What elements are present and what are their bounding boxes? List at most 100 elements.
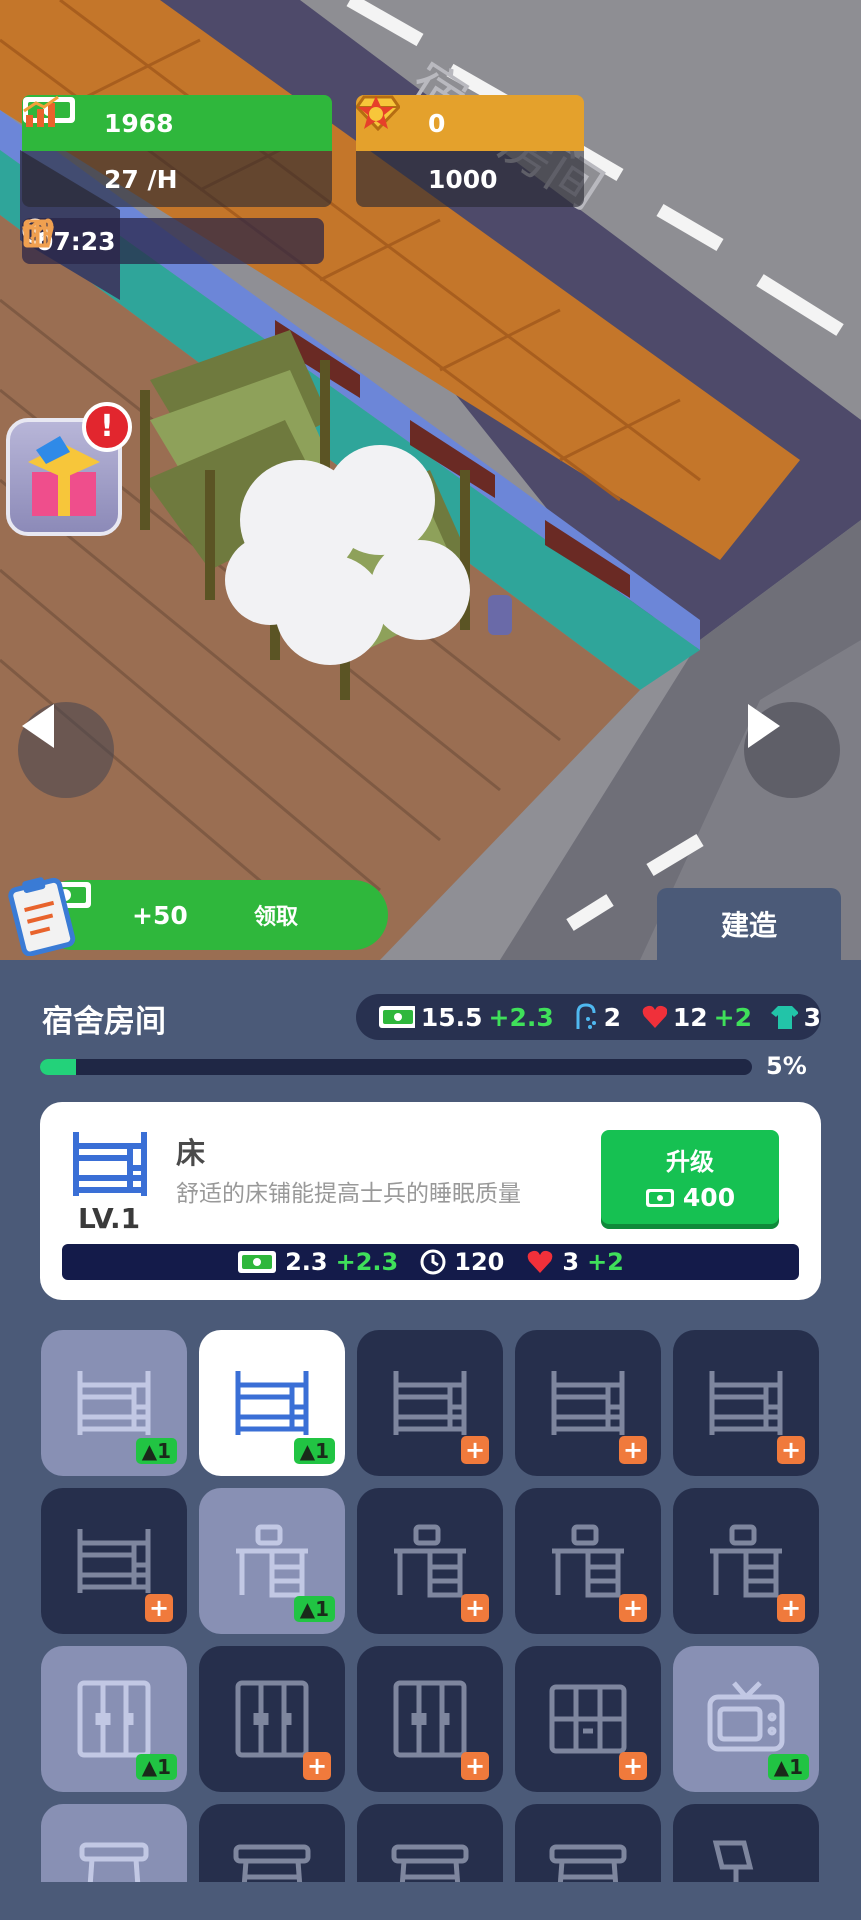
upgrade-label: 升级 (666, 1148, 714, 1176)
next-room-button[interactable] (744, 702, 840, 798)
desk-icon (710, 1524, 782, 1598)
item-tile-tv[interactable]: ▲1 (673, 1646, 819, 1792)
item-tile-desk[interactable]: + (515, 1488, 661, 1634)
income-value: 27 /H (104, 164, 178, 194)
cash-icon (238, 1251, 277, 1273)
gem-value: 0 (428, 108, 446, 138)
build-tab[interactable]: 建造 (657, 888, 841, 960)
game-scene[interactable]: 宿舍房间 1968 27 /H 0 (0, 0, 861, 960)
item-detail-card: LV.1 床 舒适的床铺能提高士兵的睡眠质量 升级 400 2.3 +2.3 1… (40, 1102, 821, 1300)
item-tile-bunk-bed[interactable]: + (357, 1330, 503, 1476)
claim-button[interactable]: 领取 (254, 899, 298, 931)
medal-value: 1000 (428, 164, 498, 194)
item-tile-bunk-bed[interactable]: ▲1 (41, 1330, 187, 1476)
stat-money: 15.5 (420, 1002, 483, 1032)
item-tile-bunk-bed[interactable]: + (41, 1488, 187, 1634)
alert-badge: ! (82, 402, 132, 452)
item-tile-cabinet[interactable]: + (515, 1646, 661, 1792)
stat-money-bonus: +2.3 (488, 1002, 554, 1032)
item-level-badge: ▲1 (135, 1754, 177, 1780)
item-tile-bunk-bed[interactable]: + (673, 1330, 819, 1476)
upgrade-button[interactable]: 升级 400 (601, 1130, 779, 1224)
heart-icon (642, 1005, 667, 1028)
upgrade-cost: 400 (682, 1183, 736, 1212)
item-description: 舒适的床铺能提高士兵的睡眠质量 (176, 1181, 521, 1207)
bunk-bed-icon (709, 1371, 783, 1435)
unlock-plus-badge: + (777, 1594, 805, 1622)
cash-icon (645, 1188, 674, 1207)
bunk-bed-icon (77, 1371, 151, 1435)
money-value: 1968 (104, 108, 174, 138)
stat-heart-bonus: +2 (713, 1002, 752, 1032)
arrow-right-icon (748, 704, 780, 748)
time-panel: 07:23 (22, 218, 324, 264)
desk-icon (552, 1524, 624, 1598)
item-stats-bar: 2.3 +2.3 120 3 +2 (62, 1244, 799, 1280)
unlock-plus-badge: + (303, 1752, 331, 1780)
clipboard-icon[interactable] (6, 872, 78, 956)
room-stats: 15.5 +2.3 2 12 +2 3 (356, 994, 821, 1040)
bottom-edge (0, 1882, 861, 1920)
bunk-bed-icon (73, 1132, 147, 1196)
item-level-badge: ▲1 (293, 1596, 335, 1622)
unlock-plus-badge: + (461, 1594, 489, 1622)
wardrobe-icon (393, 1680, 467, 1758)
desk-icon (394, 1524, 466, 1598)
shirt-icon (770, 1006, 798, 1029)
unlock-plus-badge: + (619, 1436, 647, 1464)
unlock-plus-badge: + (619, 1752, 647, 1780)
item-level-badge: ▲1 (767, 1754, 809, 1780)
stat-shower: 2 (603, 1002, 622, 1032)
prev-room-button[interactable] (18, 702, 114, 798)
item-heart-bonus: +2 (587, 1248, 624, 1276)
unlock-plus-badge: + (461, 1752, 489, 1780)
item-tile-desk[interactable]: + (357, 1488, 503, 1634)
item-tile-bunk-bed[interactable]: ▲1 (199, 1330, 345, 1476)
medal-row: 1000 (356, 96, 584, 207)
stat-heart: 12 (672, 1002, 708, 1032)
unlock-plus-badge: + (619, 1594, 647, 1622)
income-row: 27 /H (22, 95, 332, 207)
money-row: 1968 (22, 95, 332, 151)
bunk-bed-icon (551, 1371, 625, 1435)
bunk-bed-icon (393, 1371, 467, 1435)
item-tile-desk[interactable]: + (673, 1488, 819, 1634)
room-title: 宿舍房间 (42, 1004, 166, 1040)
gem-panel: 0 1000 (356, 95, 584, 207)
item-tile-wardrobe[interactable]: + (357, 1646, 503, 1792)
item-money-bonus: +2.3 (335, 1248, 399, 1276)
item-time: 120 (454, 1248, 505, 1276)
room-panel: 宿舍房间 15.5 +2.3 2 12 +2 3 5% LV.1 床 舒适的床铺… (0, 960, 861, 1920)
bunk-bed-icon (235, 1371, 309, 1435)
cash-icon (379, 1006, 415, 1028)
wardrobe-icon (235, 1680, 309, 1758)
bunk-bed-icon (77, 1529, 151, 1593)
stat-shirt: 3 (803, 1002, 821, 1032)
item-tile-bunk-bed[interactable]: + (515, 1330, 661, 1476)
cabinet-icon (549, 1684, 627, 1754)
item-money: 2.3 (285, 1248, 328, 1276)
item-level-badge: ▲1 (293, 1438, 335, 1464)
room-progress-label: 5% (766, 1052, 807, 1080)
money-panel: 1968 27 /H (22, 95, 332, 207)
item-heart: 3 (562, 1248, 580, 1276)
unlock-plus-badge: + (461, 1436, 489, 1464)
item-tile-wardrobe[interactable]: + (199, 1646, 345, 1792)
room-progress-bar (40, 1059, 752, 1075)
item-tile-desk[interactable]: ▲1 (199, 1488, 345, 1634)
clock-icon (420, 1249, 446, 1275)
wardrobe-icon (77, 1680, 151, 1758)
tv-icon (707, 1681, 785, 1752)
shower-icon (576, 1003, 596, 1029)
unlock-plus-badge: + (777, 1436, 805, 1464)
desk-icon (236, 1524, 308, 1598)
item-name: 床 (176, 1136, 206, 1170)
item-level: LV.1 (78, 1202, 141, 1235)
item-level-badge: ▲1 (135, 1438, 177, 1464)
item-tile-wardrobe[interactable]: ▲1 (41, 1646, 187, 1792)
reward-amount: +50 (132, 900, 188, 930)
room-progress-fill (40, 1059, 76, 1075)
heart-icon (528, 1250, 553, 1273)
reward-bar[interactable]: +50 领取 (38, 880, 388, 950)
unlock-plus-badge: + (145, 1594, 173, 1622)
